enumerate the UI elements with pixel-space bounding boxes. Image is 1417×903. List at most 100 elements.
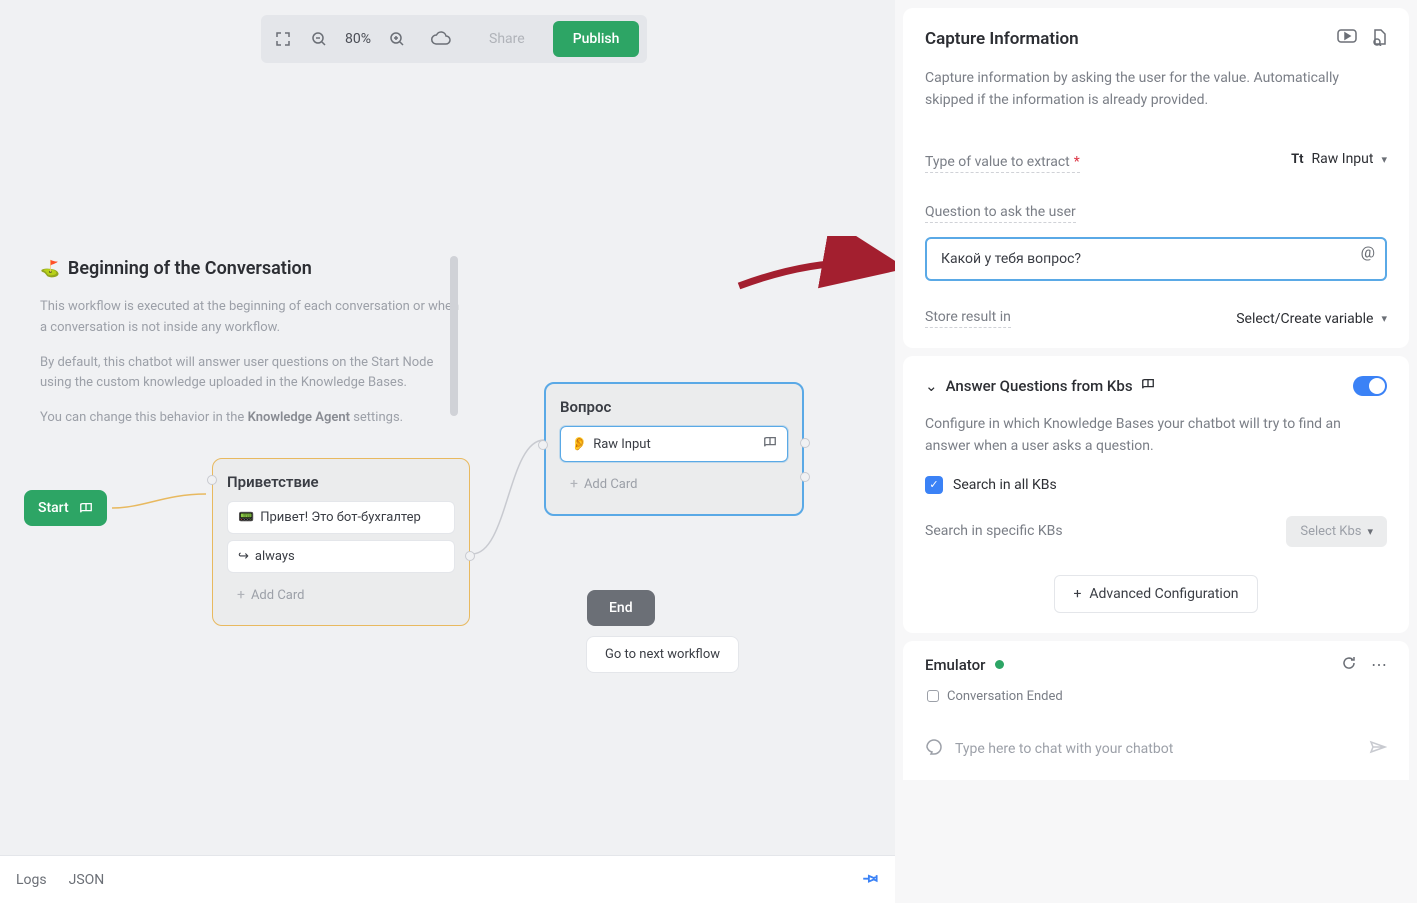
- store-value: Select/Create variable: [1236, 311, 1373, 327]
- bottom-bar: Logs JSON: [0, 855, 895, 903]
- kb-card: ⌄ Answer Questions from Kbs Configure in…: [903, 356, 1409, 632]
- node-next-workflow[interactable]: Go to next workflow: [586, 636, 739, 673]
- node-greeting-message[interactable]: 📟 Привет! Это бот-бухгалтер: [227, 501, 455, 534]
- docs-icon[interactable]: [1371, 28, 1387, 50]
- panel-header: Capture Information: [925, 28, 1387, 50]
- info-scrollbar[interactable]: [450, 256, 458, 416]
- arrow-icon: ↪: [238, 549, 249, 564]
- port-in[interactable]: [207, 475, 217, 485]
- chat-icon: [925, 738, 943, 760]
- chevron-down-icon: ▾: [1381, 312, 1387, 325]
- share-button[interactable]: Share: [475, 23, 539, 55]
- specific-label: Search in specific KBs: [925, 523, 1063, 539]
- plus-icon: +: [237, 587, 245, 603]
- conversation-ended-text: Conversation Ended: [947, 689, 1063, 704]
- message-icon: 📟: [238, 510, 254, 525]
- toolbar: 80% Share Publish: [261, 15, 647, 63]
- chevron-down-icon: ⌄: [925, 377, 938, 395]
- tab-logs[interactable]: Logs: [16, 872, 47, 888]
- type-select[interactable]: Tt Raw Input ▾: [1291, 151, 1387, 167]
- cloud-sync-icon[interactable]: [427, 25, 455, 53]
- type-row: Type of value to extract* Tt Raw Input ▾: [925, 151, 1387, 173]
- node-end[interactable]: End: [587, 590, 655, 626]
- question-row: Question to ask the user @: [925, 201, 1387, 281]
- chat-placeholder: Type here to chat with your chatbot: [955, 741, 1357, 757]
- chevron-down-icon: ▾: [1367, 525, 1373, 538]
- emulator-title-row: Emulator: [925, 656, 1004, 674]
- node-question-title: Вопрос: [560, 398, 788, 416]
- kb-title: Answer Questions from Kbs: [946, 377, 1133, 395]
- advanced-config-button[interactable]: + Advanced Configuration: [1054, 575, 1257, 613]
- node-question-item-text: Raw Input: [593, 437, 651, 452]
- zoom-in-button[interactable]: [383, 25, 411, 53]
- type-label: Type of value to extract*: [925, 154, 1080, 173]
- video-icon[interactable]: [1337, 28, 1357, 50]
- zoom-level: 80%: [341, 31, 375, 47]
- plus-icon: +: [570, 476, 578, 492]
- search-all-row[interactable]: ✓ Search in all KBs: [925, 476, 1387, 494]
- node-greeting-condition[interactable]: ↪ always: [227, 540, 455, 573]
- port-out-2[interactable]: [800, 472, 810, 482]
- kb-title-row[interactable]: ⌄ Answer Questions from Kbs: [925, 377, 1155, 395]
- node-greeting-title: Приветствие: [227, 473, 455, 491]
- tab-json[interactable]: JSON: [69, 872, 105, 888]
- capture-info-card: Capture Information Capture information …: [903, 8, 1409, 348]
- send-icon[interactable]: [1369, 739, 1387, 758]
- book-icon: [79, 501, 93, 515]
- panel-description: Capture information by asking the user f…: [925, 68, 1387, 111]
- node-start-label: Start: [38, 500, 69, 516]
- status-dot-icon: [995, 660, 1004, 669]
- question-input[interactable]: [925, 237, 1387, 281]
- right-panel: Capture Information Capture information …: [895, 0, 1417, 903]
- advanced-config-label: Advanced Configuration: [1089, 586, 1238, 602]
- refresh-icon[interactable]: [1341, 655, 1357, 675]
- flag-icon: ⛳: [40, 259, 60, 278]
- book-icon: [763, 435, 777, 453]
- port-in[interactable]: [538, 440, 548, 450]
- advanced-config-row: + Advanced Configuration: [925, 575, 1387, 613]
- store-select[interactable]: Select/Create variable ▾: [1236, 311, 1387, 327]
- select-kbs-button[interactable]: Select Kbs ▾: [1286, 516, 1387, 547]
- chevron-down-icon: ▾: [1381, 153, 1387, 166]
- canvas-area[interactable]: 80% Share Publish ⛳ Beginning of the Con…: [0, 0, 895, 903]
- info-paragraph-2: By default, this chatbot will answer use…: [40, 353, 465, 395]
- fit-view-button[interactable]: [269, 25, 297, 53]
- info-panel: ⛳ Beginning of the Conversation This wor…: [40, 258, 465, 443]
- node-greeting-condition-text: always: [255, 549, 295, 564]
- kb-description: Configure in which Knowledge Bases your …: [925, 414, 1387, 457]
- port-out[interactable]: [465, 551, 475, 561]
- add-card-label: Add Card: [251, 588, 305, 603]
- checkbox-checked[interactable]: ✓: [925, 476, 943, 494]
- add-card-label: Add Card: [584, 477, 638, 492]
- info-paragraph-3: You can change this behavior in the Know…: [40, 408, 465, 429]
- info-paragraph-1: This workflow is executed at the beginni…: [40, 297, 465, 339]
- connector-greet-question: [468, 400, 548, 560]
- info-title-text: Beginning of the Conversation: [68, 258, 312, 279]
- node-question-rawinput[interactable]: 👂 Raw Input: [560, 426, 788, 462]
- node-question[interactable]: Вопрос 👂 Raw Input + Add Card: [544, 382, 804, 516]
- select-kbs-label: Select Kbs: [1300, 524, 1361, 539]
- node-greeting[interactable]: Приветствие 📟 Привет! Это бот-бухгалтер …: [212, 458, 470, 626]
- pin-icon[interactable]: [863, 870, 879, 890]
- zoom-out-button[interactable]: [305, 25, 333, 53]
- store-row: Store result in Select/Create variable ▾: [925, 309, 1387, 328]
- kb-toggle[interactable]: [1353, 376, 1387, 396]
- add-card-button[interactable]: + Add Card: [560, 468, 788, 500]
- add-card-button[interactable]: + Add Card: [227, 579, 455, 611]
- more-icon[interactable]: ⋯: [1371, 655, 1387, 675]
- publish-button[interactable]: Publish: [553, 21, 640, 57]
- type-value: Raw Input: [1312, 151, 1374, 167]
- port-out-1[interactable]: [800, 438, 810, 448]
- node-start[interactable]: Start: [24, 490, 107, 526]
- chat-input-row[interactable]: Type here to chat with your chatbot: [925, 738, 1387, 780]
- at-icon[interactable]: @: [1361, 243, 1375, 262]
- book-icon: [1141, 377, 1155, 395]
- ear-icon: 👂: [571, 437, 587, 452]
- kb-header: ⌄ Answer Questions from Kbs: [925, 376, 1387, 396]
- search-all-label: Search in all KBs: [953, 477, 1057, 493]
- emulator-header: Emulator ⋯: [925, 655, 1387, 675]
- emulator-title: Emulator: [925, 656, 985, 674]
- conversation-ended-row: Conversation Ended: [925, 689, 1387, 704]
- node-greeting-message-text: Привет! Это бот-бухгалтер: [260, 510, 421, 525]
- stop-icon: [927, 690, 939, 702]
